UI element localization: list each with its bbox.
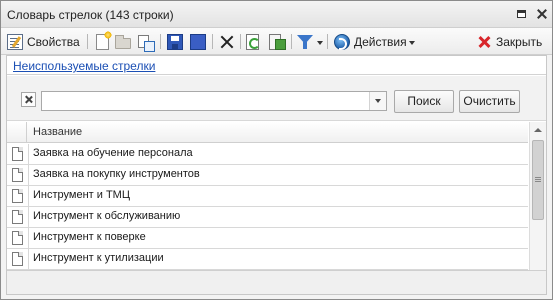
toolbar-separator bbox=[240, 34, 241, 49]
export-button[interactable] bbox=[269, 32, 286, 51]
chevron-down-icon[interactable] bbox=[317, 41, 323, 45]
row-divider bbox=[28, 228, 29, 248]
row-name: Инструмент к поверке bbox=[33, 231, 146, 243]
save-icon bbox=[167, 33, 183, 50]
search-combo[interactable] bbox=[41, 91, 387, 111]
clear-filter-icon[interactable] bbox=[21, 92, 36, 107]
copy-button[interactable] bbox=[138, 32, 155, 52]
actions-icon bbox=[334, 33, 350, 50]
open-button[interactable] bbox=[115, 32, 131, 51]
refresh-icon bbox=[246, 33, 260, 50]
table-row[interactable]: Заявка на покупку инструментов bbox=[7, 165, 528, 186]
document-icon bbox=[12, 189, 23, 203]
row-name: Инструмент и ТМЦ bbox=[33, 189, 130, 201]
table-row[interactable]: Заявка на обучение персонала bbox=[7, 144, 528, 165]
document-icon bbox=[12, 168, 23, 182]
row-divider bbox=[28, 165, 29, 185]
new-button[interactable] bbox=[94, 30, 112, 51]
toolbar-separator bbox=[212, 34, 213, 49]
content-panel: Неиспользуемые стрелки Поиск Очистить На… bbox=[6, 55, 547, 295]
save-button[interactable] bbox=[167, 32, 183, 51]
scroll-thumb[interactable] bbox=[532, 140, 544, 220]
scroll-up-icon[interactable] bbox=[530, 122, 546, 139]
close-icon[interactable] bbox=[535, 7, 549, 21]
toolbar-separator bbox=[160, 34, 161, 49]
new-document-icon bbox=[96, 30, 112, 50]
toolbar: Свойства Действия Закрыть bbox=[1, 28, 552, 55]
close-label: Закрыть bbox=[496, 34, 543, 49]
table-row[interactable]: Инструмент к обслуживанию bbox=[7, 207, 528, 228]
save-all-icon bbox=[187, 31, 206, 50]
vertical-scrollbar[interactable] bbox=[529, 122, 546, 270]
actions-menu-button[interactable]: Действия bbox=[334, 32, 407, 51]
restore-icon[interactable] bbox=[515, 7, 529, 21]
properties-icon bbox=[7, 33, 23, 50]
grid-rows: Заявка на обучение персонала Заявка на п… bbox=[7, 144, 528, 270]
row-name: Заявка на покупку инструментов bbox=[33, 168, 200, 180]
actions-label: Действия bbox=[354, 34, 407, 49]
toolbar-separator bbox=[327, 34, 328, 49]
chevron-down-icon[interactable] bbox=[409, 41, 415, 45]
table-row[interactable]: Инструмент к поверке bbox=[7, 228, 528, 249]
arrows-grid: Название Заявка на обучение персонала За… bbox=[7, 122, 546, 270]
copy-icon bbox=[138, 35, 155, 52]
unused-arrows-link[interactable]: Неиспользуемые стрелки bbox=[13, 59, 155, 73]
row-indicator-header bbox=[7, 122, 27, 143]
close-window-button[interactable]: Закрыть bbox=[476, 32, 542, 51]
refresh-button[interactable] bbox=[246, 32, 260, 51]
document-icon bbox=[12, 210, 23, 224]
chevron-down-icon[interactable] bbox=[369, 92, 386, 110]
dictionary-window: Словарь стрелок (143 строки) Свойства Де… bbox=[0, 0, 553, 300]
clear-button[interactable]: Очистить bbox=[459, 90, 520, 113]
toolbar-separator bbox=[291, 34, 292, 49]
filter-icon bbox=[297, 34, 313, 50]
row-divider bbox=[28, 207, 29, 227]
save-all-button[interactable] bbox=[187, 31, 206, 51]
properties-button[interactable]: Свойства bbox=[7, 32, 80, 51]
toolbar-separator bbox=[87, 34, 88, 49]
row-name: Инструмент к обслуживанию bbox=[33, 210, 181, 222]
row-divider bbox=[28, 249, 29, 269]
delete-button[interactable] bbox=[219, 32, 235, 51]
window-title: Словарь стрелок (143 строки) bbox=[7, 8, 174, 22]
grid-header: Название bbox=[7, 122, 528, 143]
document-icon bbox=[12, 147, 23, 161]
row-divider bbox=[28, 186, 29, 206]
search-input[interactable] bbox=[42, 92, 369, 110]
table-row[interactable]: Инструмент к утилизации bbox=[7, 249, 528, 270]
table-row[interactable]: Инструмент и ТМЦ bbox=[7, 186, 528, 207]
status-strip bbox=[7, 270, 546, 294]
row-name: Инструмент к утилизации bbox=[33, 252, 164, 264]
document-icon bbox=[12, 231, 23, 245]
search-panel: Поиск Очистить bbox=[7, 76, 546, 121]
column-header-name[interactable]: Название bbox=[33, 126, 82, 138]
folder-icon bbox=[115, 34, 131, 49]
row-name: Заявка на обучение персонала bbox=[33, 147, 193, 159]
document-icon bbox=[12, 252, 23, 266]
close-icon bbox=[476, 34, 492, 50]
delete-icon bbox=[219, 34, 235, 50]
filter-button[interactable] bbox=[297, 32, 313, 51]
export-icon bbox=[269, 33, 286, 50]
search-button[interactable]: Поиск bbox=[394, 90, 454, 113]
title-bar: Словарь стрелок (143 строки) bbox=[1, 1, 552, 28]
properties-label: Свойства bbox=[27, 34, 80, 49]
row-divider bbox=[28, 144, 29, 164]
link-bar: Неиспользуемые стрелки bbox=[7, 56, 546, 75]
